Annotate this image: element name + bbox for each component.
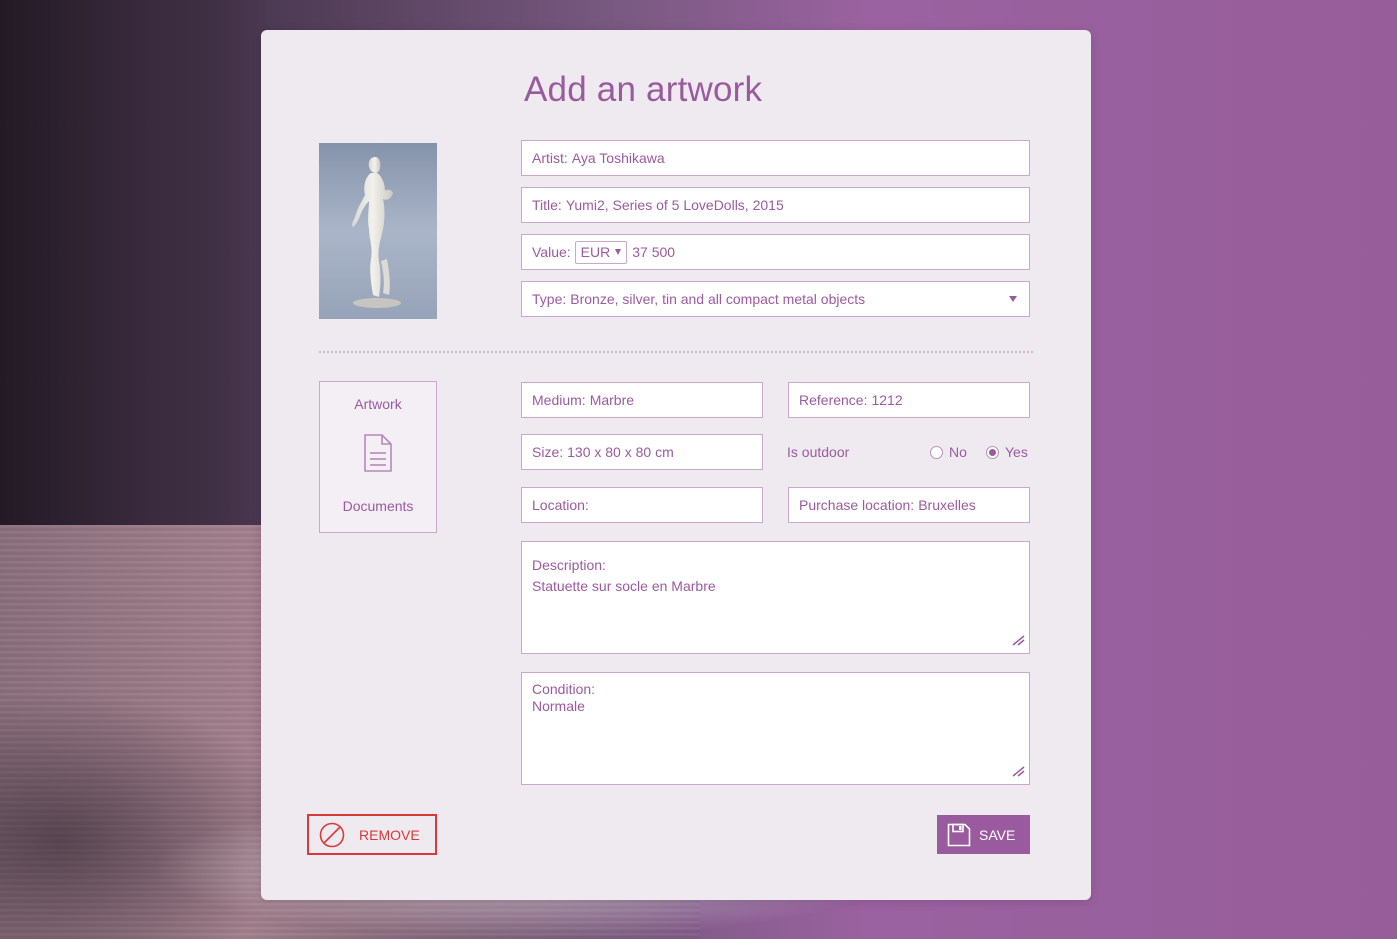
medium-label: Medium: xyxy=(532,392,586,408)
condition-textarea[interactable]: Condition: Normale xyxy=(521,672,1030,785)
purchase-location-value: Bruxelles xyxy=(918,497,976,513)
title-label: Title: xyxy=(532,197,562,213)
remove-button[interactable]: REMOVE xyxy=(307,814,437,855)
title-value: Yumi2, Series of 5 LoveDolls, 2015 xyxy=(565,197,784,213)
prohibited-icon xyxy=(319,822,345,848)
type-select[interactable]: Type: Bronze, silver, tin and all compac… xyxy=(521,281,1030,317)
medium-field[interactable]: Medium: Marbre xyxy=(521,382,763,418)
remove-button-label: REMOVE xyxy=(359,826,420,843)
add-artwork-dialog: Add an artwork Artist: Aya Toshikawa Tit… xyxy=(261,30,1091,900)
purchase-location-field[interactable]: Purchase location: Bruxelles xyxy=(788,487,1030,523)
resize-handle-icon[interactable] xyxy=(1011,633,1025,649)
background-wall xyxy=(0,0,270,530)
radio-circle-selected xyxy=(986,445,999,459)
artist-field[interactable]: Artist: Aya Toshikawa xyxy=(521,140,1030,176)
reference-field[interactable]: Reference: 1212 xyxy=(788,382,1030,418)
radio-yes-label: Yes xyxy=(1005,444,1028,460)
type-value: Bronze, silver, tin and all compact meta… xyxy=(570,291,866,307)
artwork-documents-button[interactable]: Artwork Documents xyxy=(319,381,437,533)
save-button[interactable]: SAVE xyxy=(937,815,1030,854)
chevron-down-icon xyxy=(1009,296,1017,302)
size-label: Size: xyxy=(532,444,564,460)
currency-select[interactable]: EUR xyxy=(574,240,628,264)
reference-label: Reference: xyxy=(799,392,868,408)
statue-image xyxy=(319,143,437,319)
type-label: Type: xyxy=(532,291,567,307)
size-field[interactable]: Size: 130 x 80 x 80 cm xyxy=(521,434,763,470)
purchase-location-label: Purchase location: xyxy=(799,497,915,513)
size-value: 130 x 80 x 80 cm xyxy=(567,444,674,460)
value-label: Value: xyxy=(532,244,571,260)
location-label: Location: xyxy=(532,497,589,513)
condition-value: Normale xyxy=(532,698,585,714)
artist-value: Aya Toshikawa xyxy=(571,150,665,166)
save-button-label: SAVE xyxy=(979,826,1016,843)
value-field: Value: EUR 37 500 xyxy=(521,234,1030,270)
outdoor-radio-yes[interactable]: Yes xyxy=(986,444,1028,460)
resize-handle-icon[interactable] xyxy=(1011,764,1025,780)
page-title: Add an artwork xyxy=(524,70,763,109)
documents-card-bottom-label: Documents xyxy=(342,498,414,514)
documents-card-top-label: Artwork xyxy=(354,396,402,412)
title-field[interactable]: Title: Yumi2, Series of 5 LoveDolls, 201… xyxy=(521,187,1030,223)
reference-value: 1212 xyxy=(871,392,903,408)
currency-value: EUR xyxy=(580,244,611,260)
radio-no-label: No xyxy=(949,444,967,460)
section-divider xyxy=(319,351,1033,353)
condition-label: Condition: xyxy=(532,681,596,697)
is-outdoor-label: Is outdoor xyxy=(787,444,850,460)
artwork-photo xyxy=(319,143,437,319)
floppy-disk-icon xyxy=(947,823,971,847)
location-field[interactable]: Location: xyxy=(521,487,763,523)
description-value: Statuette sur socle en Marbre xyxy=(532,578,716,594)
value-amount-input[interactable]: 37 500 xyxy=(632,244,675,260)
description-label: Description: xyxy=(532,557,606,573)
artist-label: Artist: xyxy=(532,150,568,166)
medium-value: Marbre xyxy=(589,392,635,408)
radio-circle xyxy=(930,445,943,459)
chevron-down-icon xyxy=(615,249,622,255)
outdoor-radio-no[interactable]: No xyxy=(930,444,967,460)
document-icon xyxy=(363,434,393,475)
description-textarea[interactable]: Description: Statuette sur socle en Marb… xyxy=(521,541,1030,654)
